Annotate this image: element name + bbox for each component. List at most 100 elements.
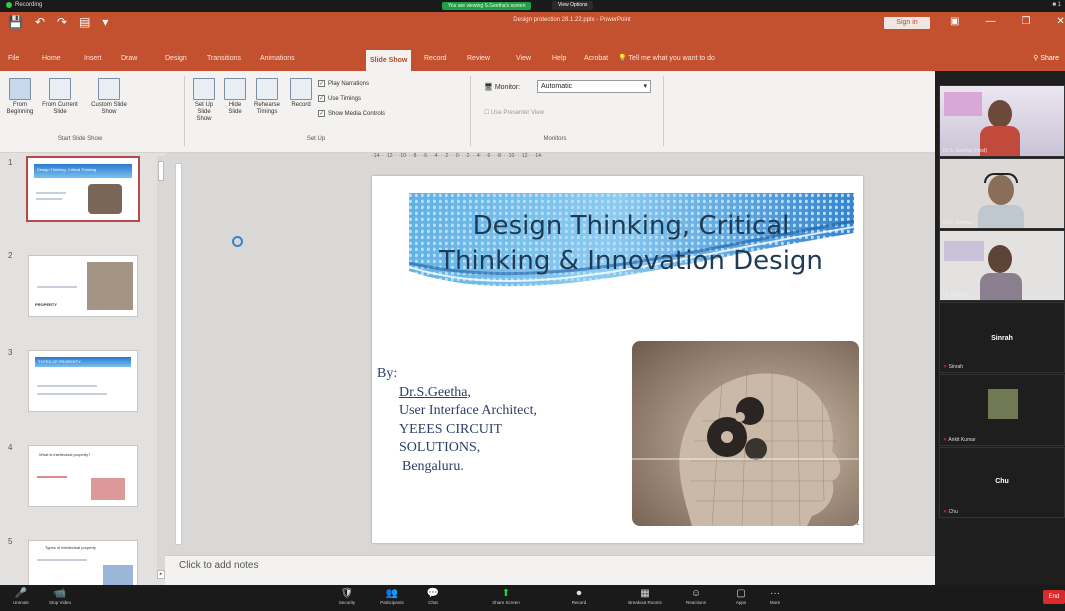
view-options-button[interactable]: View Options (552, 1, 594, 10)
tab-acrobat[interactable]: Acrobat (580, 52, 612, 66)
participant-tile[interactable]: Dr. Nischal (939, 230, 1065, 301)
chat-icon: 💬 (426, 588, 440, 599)
slide-thumbnail-3[interactable]: TYPES OF PROPERTY (28, 350, 138, 412)
participant-tile[interactable]: Dr.S. Geetha (Host) (939, 85, 1065, 157)
slides-pane-scrollbar[interactable] (157, 156, 165, 576)
tab-design[interactable]: Design (161, 52, 191, 66)
use-presenter-view-checkbox[interactable]: ☐ Use Presenter View (484, 109, 544, 116)
tab-review[interactable]: Review (463, 52, 494, 66)
background-poster (944, 92, 982, 116)
monitor-select[interactable]: Automatic ▾ (537, 80, 651, 93)
tab-file[interactable]: File (4, 52, 23, 66)
pane-collapse-icon[interactable]: ▸ (157, 570, 165, 579)
custom-show-label: Custom Slide Show (91, 102, 127, 115)
chevron-down-icon: ▾ (643, 83, 647, 90)
slide-number-label: 3 (8, 348, 13, 357)
notes-placeholder[interactable]: Click to add notes (179, 560, 259, 571)
redo-icon[interactable]: ↷ (57, 15, 67, 29)
minimize-icon[interactable]: — (985, 16, 995, 27)
tab-record[interactable]: Record (420, 52, 451, 66)
background-shelf (944, 241, 984, 261)
setup-show-label: Set Up Slide Show (194, 102, 214, 122)
play-narrations-checkbox[interactable]: ✓ Play Narrations (318, 80, 369, 87)
participant-tile[interactable]: Sinrah ✕ Sinrah (939, 302, 1065, 373)
participant-name: Dr.S. Geetha (Host) (943, 148, 987, 154)
scrollbar-thumb[interactable] (158, 161, 164, 181)
ribbon-divider (663, 76, 664, 146)
notes-pane[interactable] (165, 555, 935, 585)
tab-view[interactable]: View (512, 52, 535, 66)
slide-title-line2: Thinking & Innovation Design (439, 246, 823, 276)
share-screen-label: Share Screen (492, 600, 520, 605)
thumb-title: TYPES OF PROPERTY (38, 359, 81, 364)
recording-indicator: Recording (6, 2, 42, 8)
tab-help[interactable]: Help (548, 52, 570, 66)
apps-button[interactable]: ▢ Apps (726, 588, 756, 605)
chat-button[interactable]: 💬 Chat (418, 588, 448, 605)
sign-in-button[interactable]: Sign in (884, 17, 930, 29)
video-camera-icon: 📹 (53, 588, 67, 599)
security-button[interactable]: 🛡 Security (330, 588, 364, 605)
start-from-beginning-icon[interactable]: ▤ (79, 15, 90, 29)
participant-tile[interactable]: ✕ Ankit Kumar (939, 374, 1065, 446)
byline-textbox[interactable]: By: Dr.S.Geetha, User Interface Architec… (377, 365, 537, 476)
tab-draw[interactable]: Draw (117, 52, 141, 66)
customize-qat-icon[interactable]: ▾ (102, 15, 108, 29)
record-circle-icon: ⏺ (576, 588, 582, 599)
custom-slide-show-button[interactable]: Custom Slide Show (86, 78, 132, 116)
tab-animations[interactable]: Animations (256, 52, 299, 66)
participant-body (980, 273, 1022, 300)
slide-thumbnail-1[interactable]: Design Thinking, Critical Thinking (26, 156, 140, 222)
more-label: More (769, 600, 781, 605)
from-current-slide-button[interactable]: From Current Slide (40, 78, 80, 116)
participants-button[interactable]: 👥 Participants (372, 588, 412, 605)
unmute-button[interactable]: 🎤 Unmute (6, 588, 36, 605)
use-timings-checkbox[interactable]: ✓ Use Timings (318, 95, 361, 102)
head-gears-image[interactable] (632, 341, 859, 526)
reactions-button[interactable]: ☺ Reactions (676, 588, 716, 605)
muted-mic-icon: ✕ (943, 437, 948, 443)
participant-tile[interactable]: Chu ✕ Chu (939, 447, 1065, 518)
tab-home[interactable]: Home (38, 52, 65, 66)
checkbox-checked-icon: ✓ (318, 80, 325, 87)
breakout-rooms-button[interactable]: ▦ Breakout Rooms (620, 588, 670, 605)
set-up-slide-show-button[interactable]: Set Up Slide Show (189, 78, 219, 123)
thumb-text-line (37, 385, 97, 387)
undo-icon[interactable]: ↶ (35, 15, 45, 29)
record-meeting-button[interactable]: ⏺ Record (544, 588, 614, 605)
end-meeting-button[interactable]: End (1043, 590, 1065, 604)
participant-tile[interactable]: Dr.S. Geetha (939, 158, 1065, 229)
share-button[interactable]: ⚲ Share (1033, 52, 1059, 66)
thumb-text-line (36, 198, 62, 200)
stop-video-button[interactable]: 📹 Stop Video (40, 588, 80, 605)
more-button[interactable]: ··· More (760, 588, 790, 605)
from-beginning-button[interactable]: From Beginning (2, 78, 38, 116)
slide-number-label: 4 (8, 443, 13, 452)
tab-insert[interactable]: Insert (80, 52, 106, 66)
close-icon[interactable]: ✕ (1056, 16, 1064, 27)
ribbon-divider (184, 76, 185, 146)
reactions-label: Reactions (685, 600, 706, 605)
ribbon-display-icon[interactable]: ▣ (950, 16, 959, 27)
tab-slide-show[interactable]: Slide Show (366, 50, 412, 71)
slide-title[interactable]: Design Thinking, Critical Thinking & Inn… (414, 209, 848, 279)
hide-slide-button[interactable]: Hide Slide (222, 78, 248, 116)
monitor-label: 🖥 Monitor: (484, 84, 521, 91)
thumb-text-line (37, 559, 87, 561)
slide-thumbnail-2[interactable]: PROPERTY (28, 255, 138, 317)
by-label: By: (377, 366, 398, 381)
slide-thumbnail-4[interactable]: What is intellectual property? (28, 445, 138, 507)
record-label: Record (291, 102, 311, 108)
save-icon[interactable]: 💾 (8, 15, 23, 29)
rehearse-timings-button[interactable]: Rehearse Timings (250, 78, 284, 116)
show-media-controls-checkbox[interactable]: ✓ Show Media Controls (318, 110, 385, 117)
tell-me-search[interactable]: 💡 Tell me what you want to do (618, 52, 715, 66)
zoom-top-bar (0, 0, 1065, 12)
share-screen-button[interactable]: ⬆ Share Screen (486, 588, 526, 605)
thumb-image (87, 262, 133, 310)
restore-icon[interactable]: ❐ (1021, 16, 1030, 27)
from-beginning-label: From Beginning (6, 102, 34, 115)
horizontal-ruler: ·14· · ·12· · ·10· · ·8· · ·6· · ·4· · ·… (372, 153, 543, 159)
record-button[interactable]: Record (286, 78, 316, 109)
tab-transitions[interactable]: Transitions (203, 52, 245, 66)
